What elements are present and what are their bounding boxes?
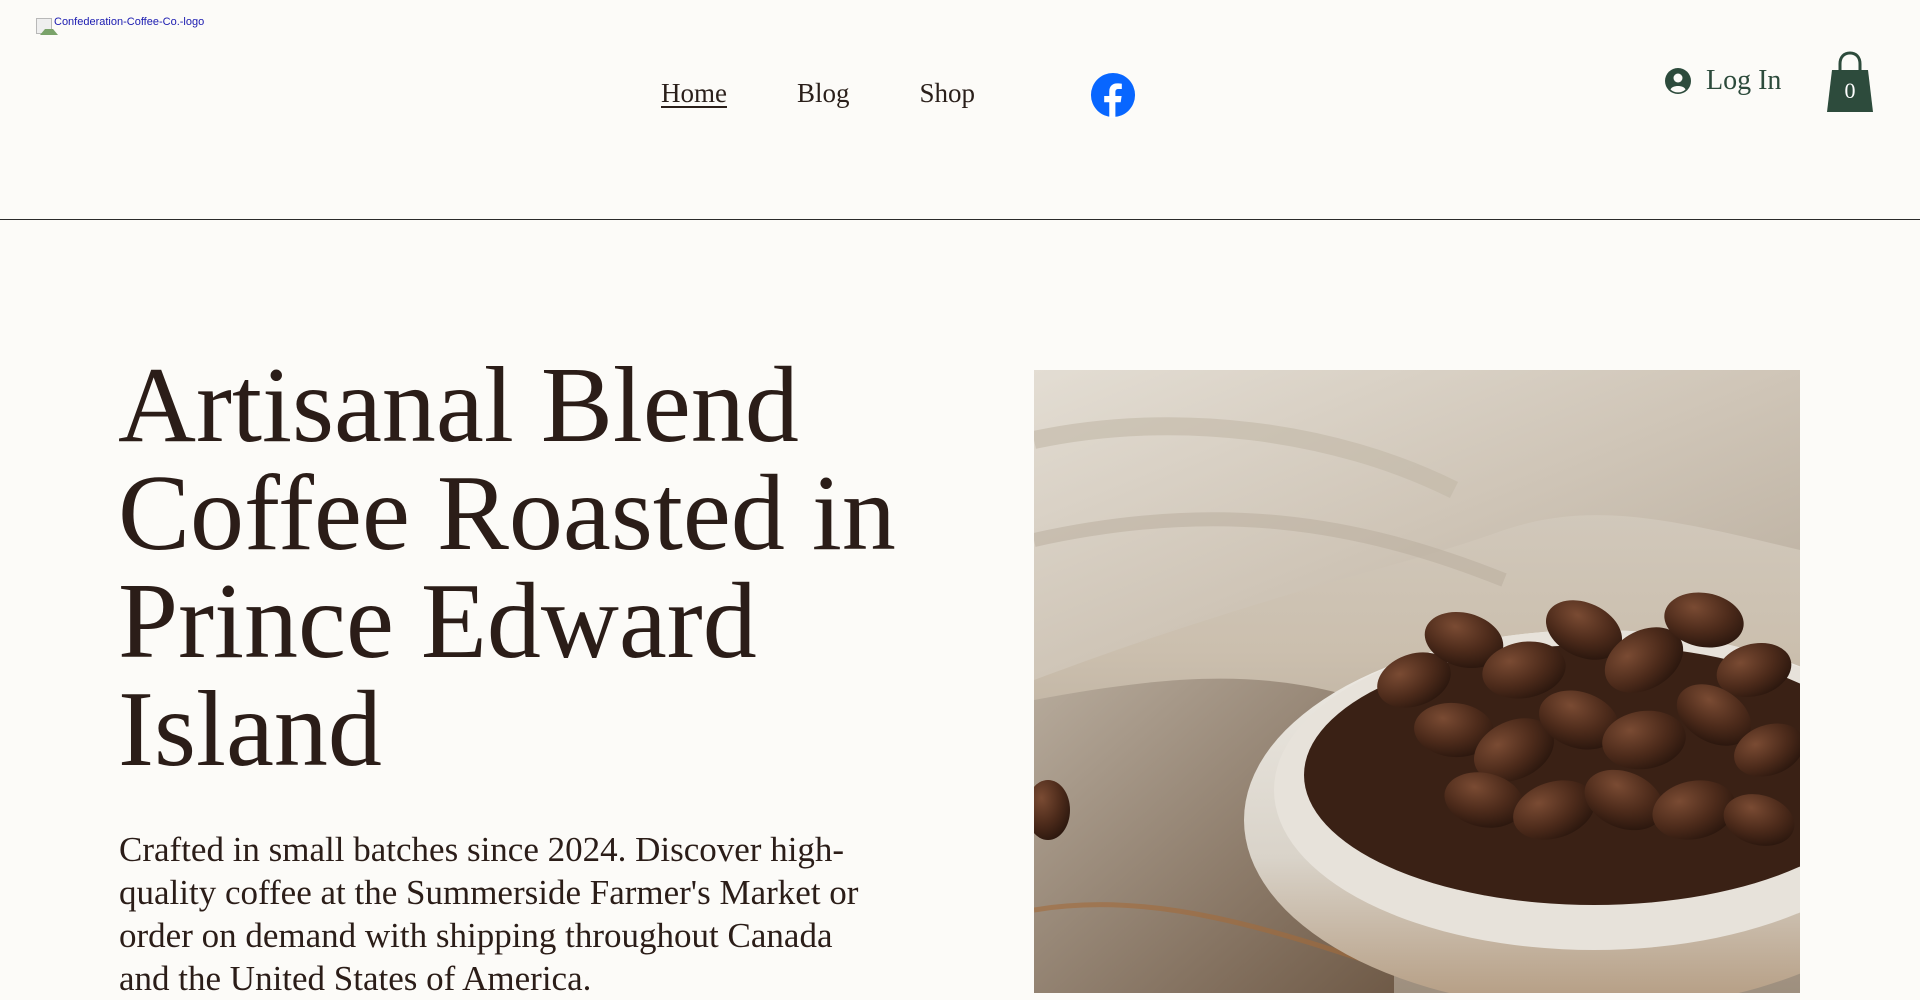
cart-count: 0 <box>1844 78 1856 103</box>
nav-item-blog[interactable]: Blog <box>797 76 850 110</box>
coffee-beans-photo <box>1034 370 1800 993</box>
login-label: Log In <box>1706 65 1782 96</box>
hero-description: Crafted in small batches since 2024. Dis… <box>119 830 859 998</box>
hero-title: Artisanal Blend Coffee Roasted in Prince… <box>118 346 896 789</box>
logo-alt-text: Confederation-Coffee-Co.-logo <box>54 16 205 28</box>
main-nav: Home Blog Shop <box>661 76 1045 110</box>
site-header: Confederation-Coffee-Co.-logo Home Blog … <box>0 0 1920 220</box>
user-avatar-icon <box>1665 68 1691 94</box>
nav-item-home[interactable]: Home <box>661 76 727 110</box>
broken-image-icon <box>36 18 58 35</box>
login-button[interactable]: Log In <box>1664 64 1781 98</box>
cart-button[interactable]: 0 <box>1826 50 1874 114</box>
nav-item-shop[interactable]: Shop <box>920 76 976 110</box>
site-logo[interactable]: Confederation-Coffee-Co.-logo <box>36 16 205 35</box>
facebook-icon[interactable] <box>1090 72 1136 118</box>
